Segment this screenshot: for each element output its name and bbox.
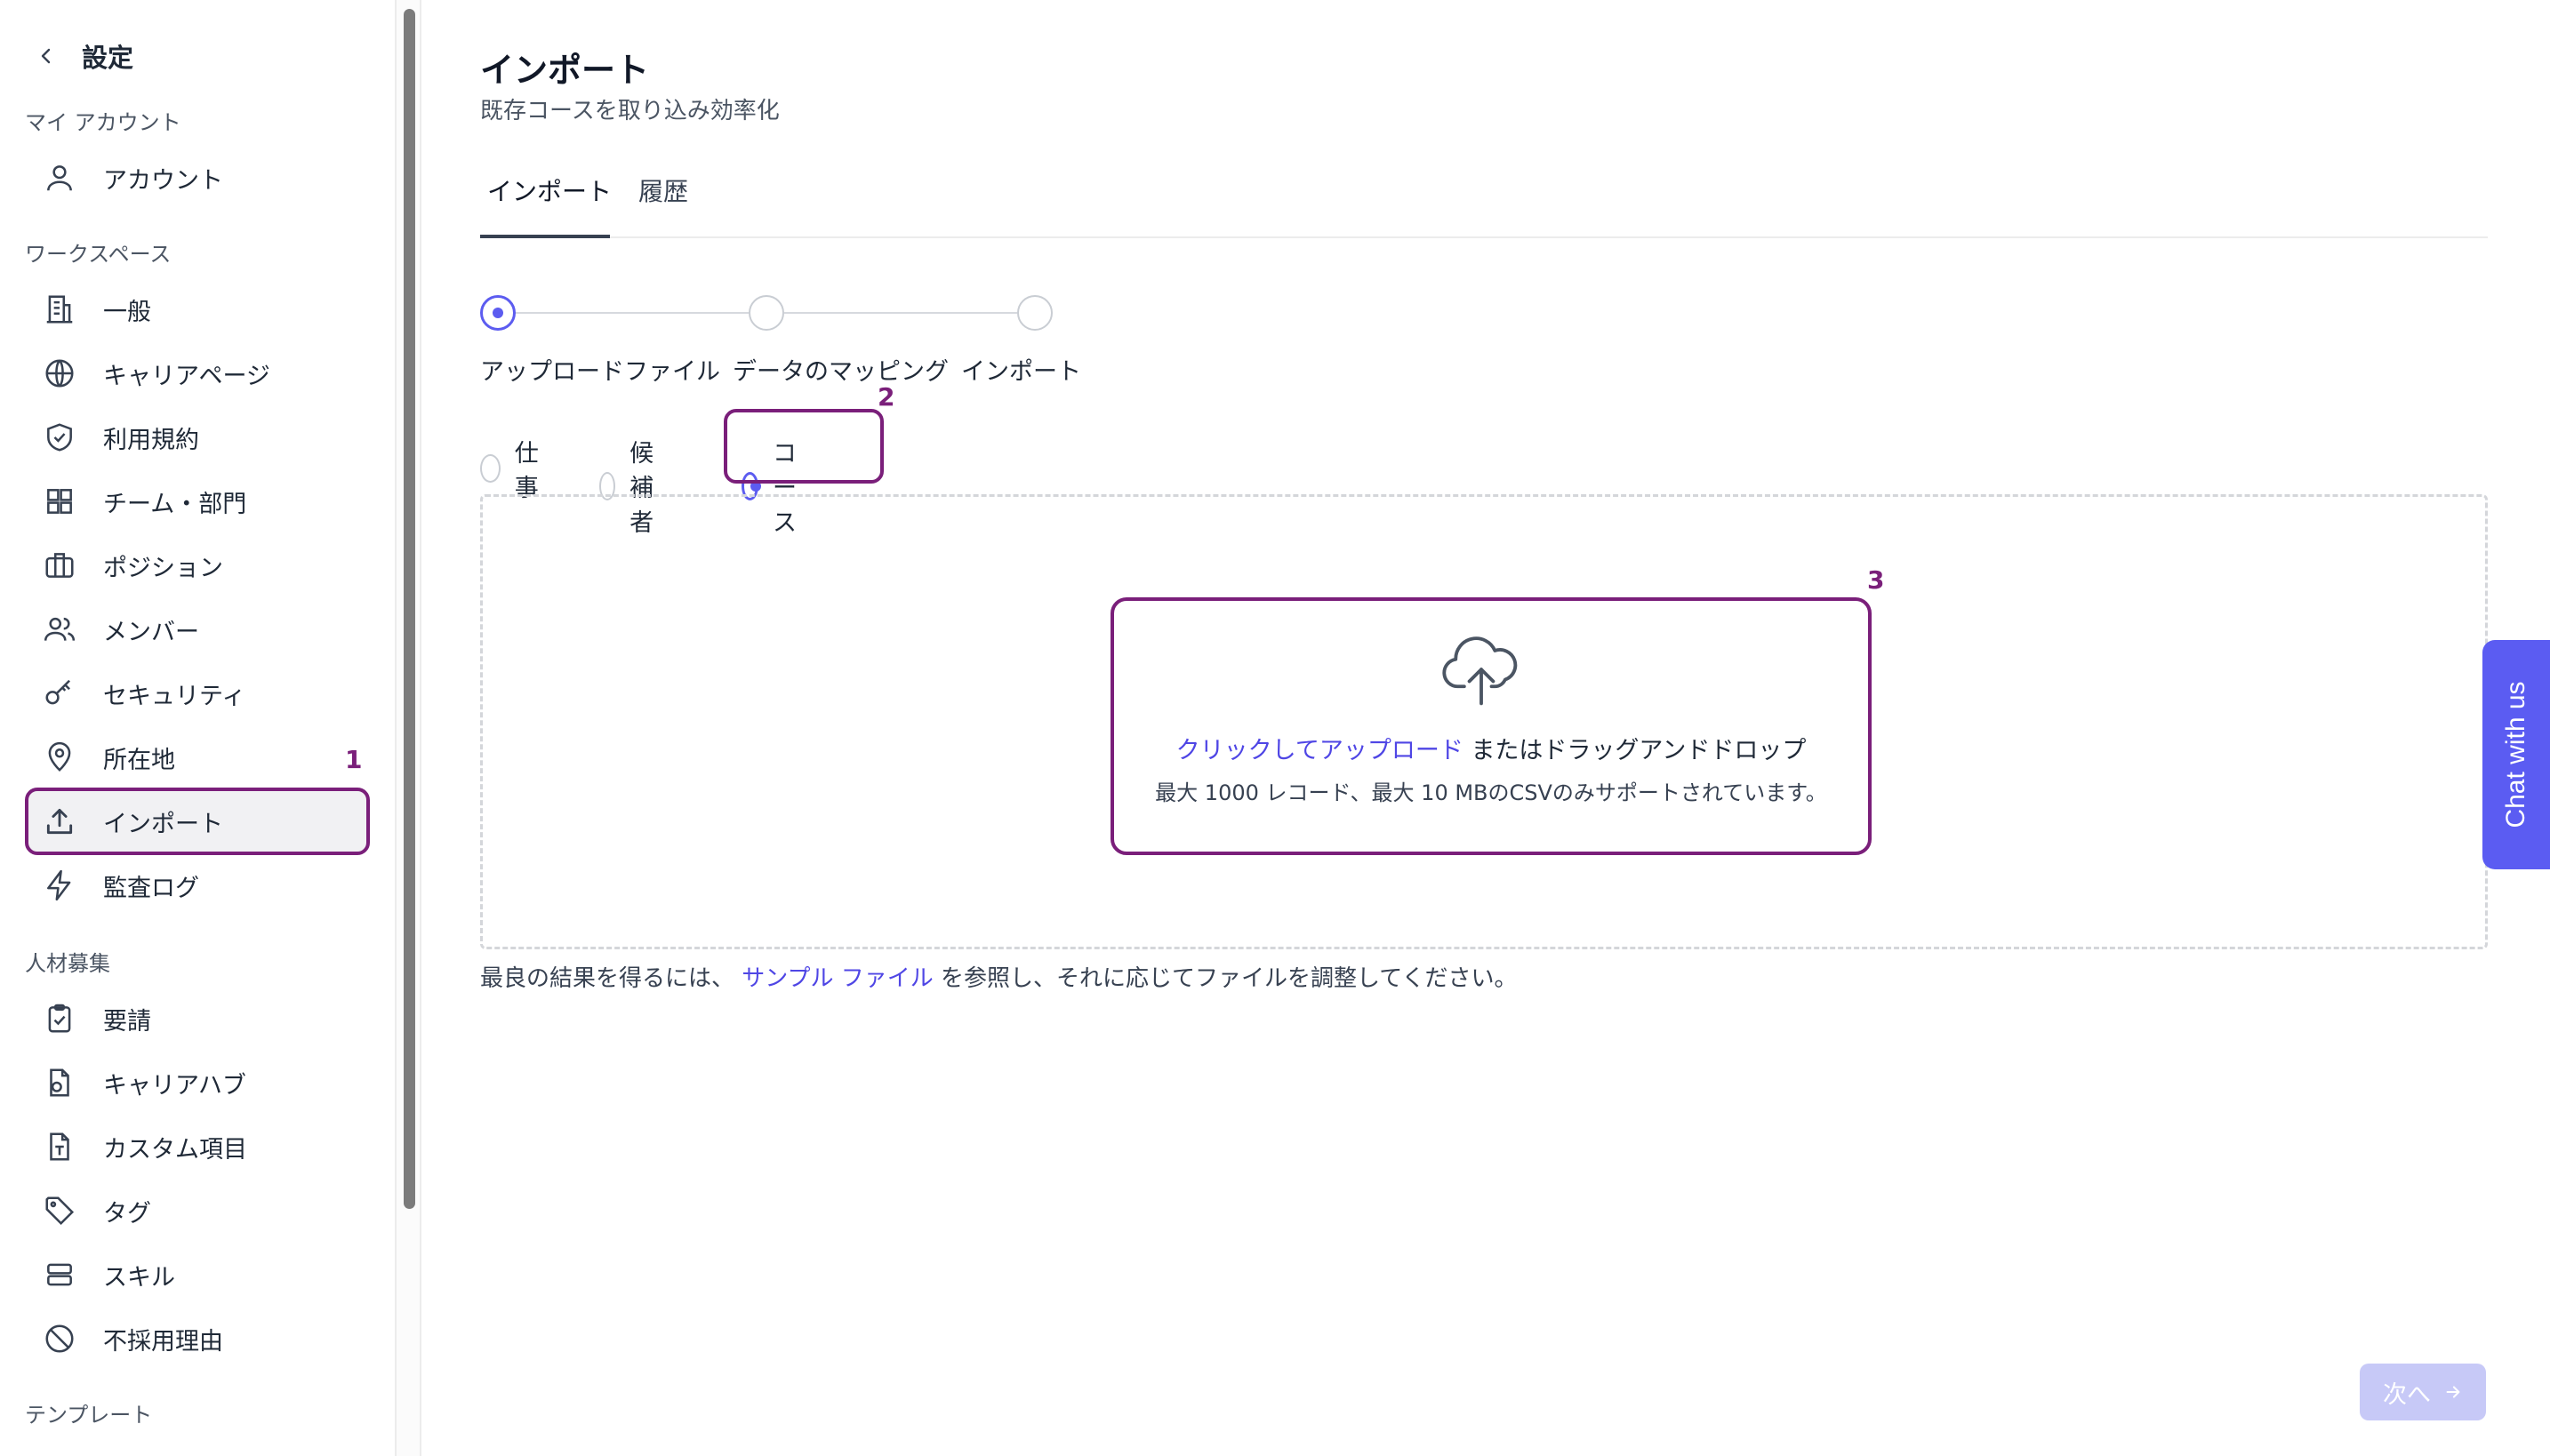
- sidebar-item-label: インポート: [103, 810, 223, 838]
- sidebar-item-label: 一般: [103, 298, 151, 326]
- briefcase-icon: [45, 553, 74, 578]
- sidebar-item-label: タグ: [103, 1199, 151, 1228]
- file-text-icon: [50, 1132, 69, 1161]
- sidebar-item-label: セキュリティ: [103, 682, 246, 710]
- click-to-upload-link[interactable]: クリックしてアップロード: [1176, 737, 1463, 764]
- radio-label: 仕事: [514, 440, 539, 502]
- sidebar-item-label: アカウント: [103, 166, 223, 195]
- chevron-left-icon[interactable]: [36, 45, 57, 67]
- shield-check-icon: [47, 423, 72, 452]
- sidebar-item-label: メンバー: [103, 618, 199, 646]
- users-icon: [44, 617, 76, 641]
- sidebar-item-import[interactable]: インポート: [25, 788, 370, 855]
- help-text-after: を参照し、それに応じてファイルを調整してください。: [941, 965, 1518, 992]
- sidebar-item-label: 利用規約: [103, 426, 199, 454]
- globe-icon: [45, 359, 74, 388]
- tab-import[interactable]: インポート: [487, 172, 612, 208]
- drag-drop-text: またはドラッグアンドドロップ: [1471, 737, 1807, 764]
- upload-instructions: クリックしてアップロード またはドラッグアンドドロップ: [1111, 731, 1872, 765]
- ban-icon: [45, 1324, 74, 1353]
- upload-icon: [46, 808, 73, 835]
- sidebar-item-label: ポジション: [103, 554, 223, 582]
- step-indicator-mapping: [749, 295, 784, 331]
- sidebar-item-security[interactable]: セキュリティ: [25, 660, 370, 727]
- map-pin-icon: [48, 741, 71, 772]
- sidebar-item-custom-fields[interactable]: カスタム項目: [25, 1113, 370, 1180]
- sidebar-item-account[interactable]: アカウント: [25, 144, 370, 212]
- cloud-upload-icon: [1442, 636, 1518, 706]
- step-indicator-upload: [480, 295, 516, 331]
- sidebar-title: 設定: [82, 43, 134, 73]
- sidebar-item-members[interactable]: メンバー: [25, 596, 370, 663]
- sidebar-item-label: キャリアページ: [103, 362, 270, 390]
- import-stepper: [480, 293, 1053, 332]
- arrow-right-icon: [2446, 1386, 2460, 1398]
- next-button-label: 次へ: [2383, 1380, 2431, 1408]
- sidebar-item-requisitions[interactable]: 要請: [25, 985, 370, 1052]
- sidebar-scrollbar-thumb[interactable]: [404, 9, 415, 1209]
- step-connector: [784, 312, 1017, 314]
- step-label-upload: アップロードファイル: [480, 358, 720, 386]
- page-title: インポート: [480, 51, 650, 90]
- key-icon: [45, 679, 70, 705]
- settings-sidebar: 設定 マイ アカウント アカウント ワークスペース 一般 キャリアページ 利用規…: [0, 0, 397, 1456]
- tab-label: 履歴: [638, 177, 689, 206]
- active-tab-indicator: [480, 235, 610, 238]
- clipboard-icon: [48, 1004, 71, 1033]
- step-label-import: インポート: [961, 358, 1081, 386]
- annotation-marker-2: 2: [878, 382, 895, 412]
- sidebar-item-career-hub[interactable]: キャリアハブ: [25, 1049, 370, 1116]
- tab-history[interactable]: 履歴: [638, 172, 688, 208]
- help-text-before: 最良の結果を得るには、: [480, 965, 735, 992]
- sidebar-item-positions[interactable]: ポジション: [25, 532, 370, 599]
- sidebar-item-audit-log[interactable]: 監査ログ: [25, 852, 370, 919]
- section-workspace: ワークスペース: [25, 242, 172, 267]
- step-labels: アップロードファイル データのマッピング インポート: [480, 352, 1081, 387]
- sidebar-item-tags[interactable]: タグ: [25, 1177, 370, 1244]
- page-subtitle: 既存コースを取り込み効率化: [480, 98, 780, 124]
- annotation-marker-1: 1: [345, 745, 363, 774]
- tag-icon: [45, 1196, 75, 1226]
- sidebar-item-label: チーム・部門: [103, 490, 247, 518]
- sidebar-item-label: 要請: [103, 1007, 151, 1036]
- sidebar-item-label: 不採用理由: [103, 1327, 223, 1356]
- step-connector: [516, 312, 749, 314]
- building-icon: [46, 295, 73, 324]
- sidebar-item-general[interactable]: 一般: [25, 276, 370, 343]
- grid-icon: [47, 489, 72, 514]
- user-icon: [47, 165, 72, 191]
- sidebar-item-label: 所在地: [103, 746, 175, 774]
- chat-widget-tab[interactable]: Chat with us: [2482, 640, 2550, 869]
- tab-bar: インポート 履歴: [480, 160, 2488, 238]
- layers-icon: [47, 1263, 72, 1286]
- upload-limits-text: 最大 1000 レコード、最大 10 MBのCSVのみサポートされています。: [1155, 780, 1827, 805]
- lightning-icon: [47, 869, 71, 901]
- tab-label: インポート: [487, 177, 613, 206]
- sidebar-header: 設定: [36, 37, 133, 75]
- radio-circle[interactable]: [480, 454, 501, 483]
- next-button[interactable]: 次へ: [2360, 1364, 2486, 1420]
- annotation-highlight-radio: [724, 409, 884, 484]
- sidebar-item-label: キャリアハブ: [103, 1071, 246, 1100]
- section-templates: テンプレート: [25, 1403, 153, 1428]
- sample-file-help: 最良の結果を得るには、 サンプル ファイル を参照し、それに応じてファイルを調整…: [480, 960, 1518, 993]
- section-my-account: マイ アカウント: [25, 110, 181, 135]
- sample-file-link[interactable]: サンプル ファイル: [742, 965, 934, 992]
- sidebar-item-label: 監査ログ: [103, 874, 199, 902]
- step-label-mapping: データのマッピング: [733, 358, 949, 386]
- sidebar-item-skills[interactable]: スキル: [25, 1241, 370, 1308]
- sidebar-item-label: スキル: [103, 1263, 175, 1292]
- chat-widget-label: Chat with us: [2501, 681, 2530, 828]
- sidebar-item-career-page[interactable]: キャリアページ: [25, 340, 370, 407]
- sidebar-item-terms[interactable]: 利用規約: [25, 404, 370, 471]
- section-recruiting: 人材募集: [25, 951, 110, 976]
- annotation-marker-3: 3: [1867, 565, 1885, 595]
- sidebar-item-teams[interactable]: チーム・部門: [25, 468, 370, 535]
- sidebar-item-label: カスタム項目: [103, 1135, 247, 1164]
- radio-jobs[interactable]: 仕事: [480, 434, 547, 503]
- file-hub-icon: [50, 1068, 69, 1097]
- step-indicator-import: [1017, 295, 1053, 331]
- sidebar-item-rejection-reasons[interactable]: 不採用理由: [25, 1305, 370, 1372]
- sidebar-item-locations[interactable]: 所在地: [25, 724, 370, 791]
